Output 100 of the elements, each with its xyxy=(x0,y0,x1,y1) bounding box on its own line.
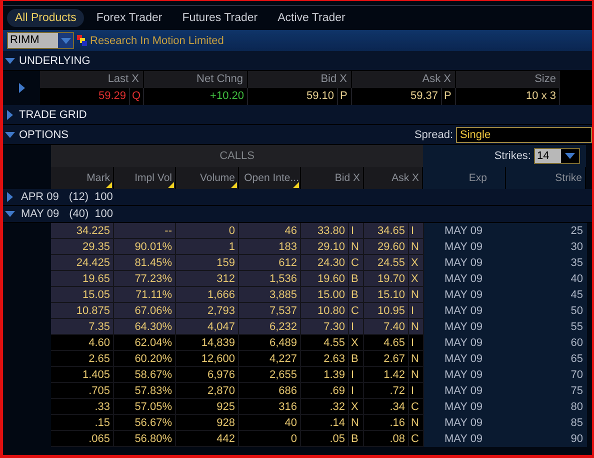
table-cell: I xyxy=(349,367,364,383)
column-header[interactable]: Size xyxy=(456,71,561,88)
table-cell: N xyxy=(409,239,424,255)
table-cell: MAY 09 xyxy=(424,335,507,351)
table-cell: .69 xyxy=(301,383,349,399)
column-header[interactable]: Bid X xyxy=(301,167,364,189)
series-multiplier: 100 xyxy=(94,208,114,220)
table-cell: 81.45% xyxy=(114,255,176,271)
table-cell: I xyxy=(409,383,424,399)
table-cell: MAY 09 xyxy=(424,367,507,383)
table-cell: .72 xyxy=(364,383,409,399)
table-cell: 19.60 xyxy=(301,271,349,287)
tab[interactable]: All Products xyxy=(7,9,84,27)
field-label: Spread: xyxy=(414,128,453,140)
table-cell: -- xyxy=(114,223,176,239)
column-header[interactable]: Exp xyxy=(423,167,506,189)
table-cell: 6,976 xyxy=(176,367,239,383)
table-cell: 14,839 xyxy=(176,335,239,351)
table-cell: 312 xyxy=(176,271,239,287)
table-cell: 90.01% xyxy=(114,239,176,255)
column-header[interactable]: Last X xyxy=(40,71,144,88)
table-cell: 60.20% xyxy=(114,351,176,367)
table-cell: 29.35 xyxy=(51,239,114,255)
strikes-field[interactable]: 14 xyxy=(534,148,580,164)
table-cell: I xyxy=(409,303,424,319)
table-cell: 1.42 xyxy=(364,367,409,383)
table-cell: MAY 09 xyxy=(424,271,507,287)
triangle-icon[interactable] xyxy=(16,83,26,93)
table-cell: 56.80% xyxy=(114,431,176,447)
table-cell: 6,232 xyxy=(239,319,301,335)
tab[interactable]: Forex Trader xyxy=(88,9,170,27)
section-title[interactable]: TRADE GRID xyxy=(19,108,87,120)
table-cell: 4,227 xyxy=(239,351,301,367)
table-cell: 57.05% xyxy=(114,399,176,415)
table-cell: 7.35 xyxy=(51,319,114,335)
column-header[interactable]: Ask X xyxy=(352,71,456,88)
table-cell: 58.67% xyxy=(114,367,176,383)
series-label[interactable]: MAY 09 xyxy=(21,208,60,220)
table-cell: 15.05 xyxy=(51,287,114,303)
table-cell: 85 xyxy=(507,415,587,431)
tab[interactable]: Active Trader xyxy=(270,9,354,27)
table-cell: 15.10 xyxy=(364,287,409,303)
column-header[interactable]: Ask X xyxy=(364,167,423,189)
series-label[interactable]: APR 09 xyxy=(21,191,59,203)
table-cell: 80 xyxy=(507,399,587,415)
dropdown-arrow-icon[interactable] xyxy=(565,153,575,159)
table-cell: 34.65 xyxy=(364,223,409,239)
symbol-field[interactable]: RIMM xyxy=(7,32,74,49)
table-cell: 2,655 xyxy=(239,367,301,383)
table-cell: 57.83% xyxy=(114,383,176,399)
table-cell: 1.39 xyxy=(301,367,349,383)
table-cell: 3,885 xyxy=(239,287,301,303)
column-header[interactable]: Open Inte... xyxy=(239,167,301,189)
triangle-icon[interactable] xyxy=(5,209,15,219)
table-cell: 10.875 xyxy=(51,303,114,319)
table-cell: .32 xyxy=(301,399,349,415)
table-cell: .14 xyxy=(301,415,349,431)
triangle-icon[interactable] xyxy=(5,110,15,120)
table-cell: .065 xyxy=(51,431,114,447)
table-cell: 7,537 xyxy=(239,303,301,319)
table-cell: .15 xyxy=(51,415,114,431)
table-cell: 2.65 xyxy=(51,351,114,367)
column-header[interactable]: Mark xyxy=(51,167,114,189)
series-row[interactable]: APR 09 (12) 100 xyxy=(3,189,592,206)
column-header[interactable]: Impl Vol xyxy=(114,167,176,189)
table-cell: 2,793 xyxy=(176,303,239,319)
triangle-icon[interactable] xyxy=(5,56,15,66)
series-multiplier: 100 xyxy=(94,191,113,203)
table-cell: 56.67% xyxy=(114,415,176,431)
column-header[interactable]: Volume xyxy=(176,167,239,189)
table-cell: .08 xyxy=(364,431,409,447)
table-cell: B xyxy=(349,287,364,303)
column-header[interactable]: Strike xyxy=(506,167,586,189)
series-row[interactable]: MAY 09 (40) 100 xyxy=(3,206,592,223)
table-cell: MAY 09 xyxy=(424,399,507,415)
table-cell: 15.00 xyxy=(301,287,349,303)
section-title[interactable]: OPTIONS xyxy=(19,128,69,140)
table-cell: 1.405 xyxy=(51,367,114,383)
table-cell: 316 xyxy=(239,399,301,415)
triangle-icon[interactable] xyxy=(5,192,15,202)
table-cell: 183 xyxy=(239,239,301,255)
table-cell: I xyxy=(349,319,364,335)
table-cell: 62.04% xyxy=(114,335,176,351)
triangle-icon[interactable] xyxy=(5,130,15,140)
table-cell: 2,870 xyxy=(176,383,239,399)
table-cell: MAY 09 xyxy=(424,383,507,399)
tab[interactable]: Futures Trader xyxy=(174,9,266,27)
table-cell: 55 xyxy=(507,319,587,335)
column-header[interactable]: Net Chng xyxy=(144,71,248,88)
table-cell: 75 xyxy=(507,383,587,399)
field-label: Strikes: xyxy=(494,150,531,162)
table-cell: 2.63 xyxy=(301,351,349,367)
spread-field[interactable]: Single xyxy=(456,126,592,142)
table-cell: MAY 09 xyxy=(424,255,507,271)
table-cell: 12,600 xyxy=(176,351,239,367)
section-title[interactable]: UNDERLYING xyxy=(19,54,90,66)
dropdown-arrow-icon[interactable] xyxy=(60,38,70,44)
table-cell: X xyxy=(349,335,364,351)
column-header[interactable]: Bid X xyxy=(248,71,352,88)
table-cell: 7.30 xyxy=(301,319,349,335)
